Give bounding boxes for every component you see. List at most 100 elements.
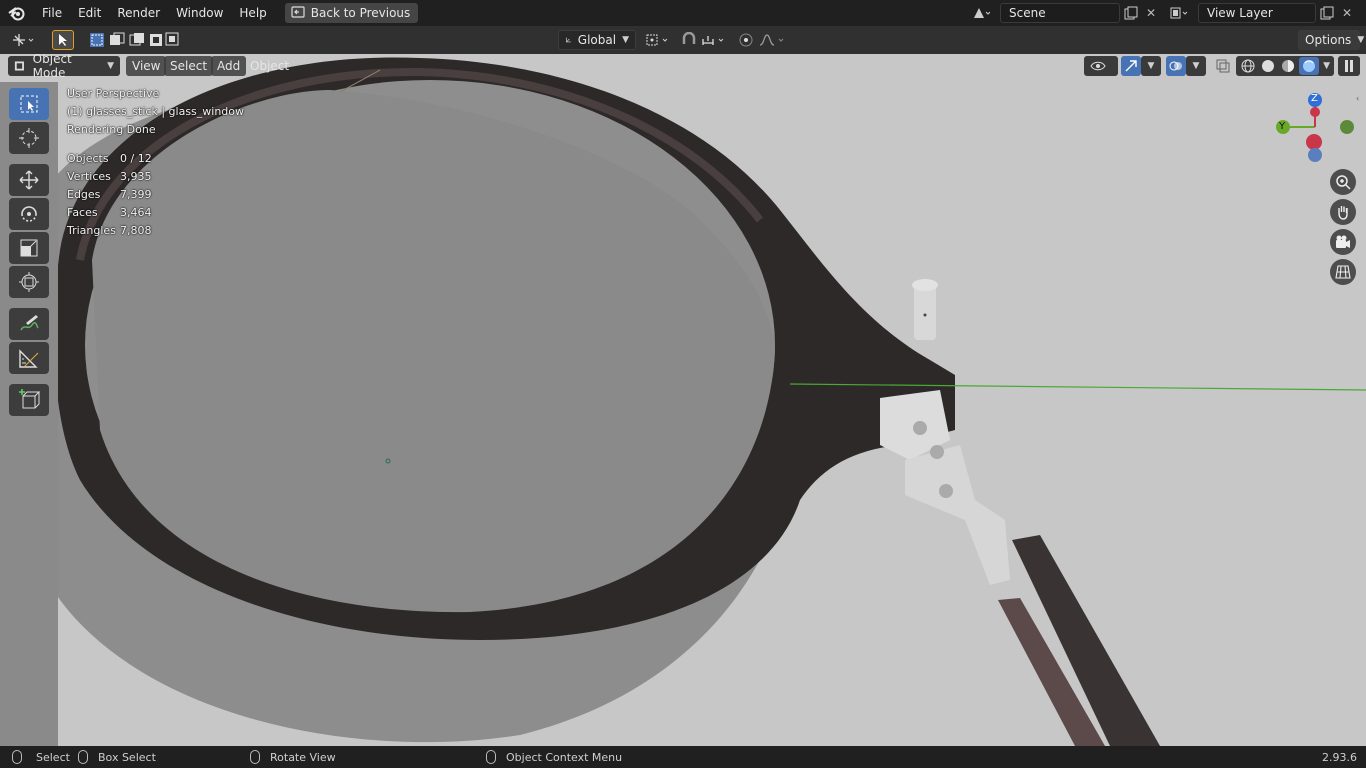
- proportional-falloff-icon[interactable]: [758, 30, 788, 50]
- chevron-down-icon[interactable]: ▼: [1323, 61, 1330, 71]
- cursor-tool-icon[interactable]: [9, 122, 49, 154]
- status-box-select: Box Select: [78, 746, 156, 768]
- delete-view-layer-icon[interactable]: ✕: [1336, 3, 1358, 23]
- scene-name-field[interactable]: Scene: [1000, 3, 1120, 23]
- viewport-menu-object[interactable]: Object: [244, 56, 295, 76]
- back-screen-icon: [291, 5, 305, 21]
- zoom-icon[interactable]: [1330, 169, 1356, 195]
- perspective-toggle-icon[interactable]: [1330, 259, 1356, 285]
- stat-vertices-value: 3,935: [120, 170, 152, 183]
- transform-tool-icon[interactable]: [9, 266, 49, 298]
- menu-window[interactable]: Window: [168, 0, 231, 26]
- scene-render: [0, 54, 1366, 746]
- snap-toggle-icon[interactable]: [678, 30, 700, 50]
- menu-help[interactable]: Help: [231, 0, 274, 26]
- view-layer-selector-icon[interactable]: [1168, 3, 1190, 23]
- camera-view-icon[interactable]: [1330, 229, 1356, 255]
- status-context-menu-label: Object Context Menu: [506, 750, 623, 764]
- transform-orientation-dropdown[interactable]: Global ▼: [558, 30, 636, 50]
- pan-hand-icon[interactable]: [1330, 199, 1356, 225]
- new-view-layer-icon[interactable]: [1316, 3, 1338, 23]
- header-toolbar: Global ▼ Options ▼: [0, 26, 1366, 54]
- overlays-toggle-icon[interactable]: [1166, 56, 1186, 76]
- move-tool-icon[interactable]: [9, 164, 49, 196]
- stat-edges-value: 7,399: [120, 188, 152, 201]
- chevron-down-icon: ▼: [107, 61, 114, 71]
- collapse-arrow-icon[interactable]: ‹: [1356, 94, 1364, 104]
- object-mode-label: Object Mode: [32, 54, 72, 80]
- select-tool-icon[interactable]: [52, 30, 74, 50]
- pivot-point-icon[interactable]: [644, 30, 674, 50]
- status-rotate-view: Rotate View: [250, 746, 336, 768]
- stat-faces-label: Faces: [67, 206, 98, 219]
- stat-edges-label: Edges: [67, 188, 101, 201]
- delete-scene-icon[interactable]: ✕: [1140, 3, 1162, 23]
- gizmo-y-label: Y: [1279, 121, 1286, 132]
- viewport-menu-view[interactable]: View: [126, 56, 167, 76]
- tool-shelf: [0, 82, 58, 746]
- new-scene-icon[interactable]: [1120, 3, 1142, 23]
- menu-render[interactable]: Render: [109, 0, 168, 26]
- editor-type-icon[interactable]: [8, 30, 40, 50]
- stat-vertices-label: Vertices: [67, 170, 111, 183]
- back-to-previous-button[interactable]: Back to Previous: [284, 3, 419, 23]
- add-cube-tool-icon[interactable]: [9, 384, 49, 416]
- menu-edit[interactable]: Edit: [70, 0, 109, 26]
- stat-faces-value: 3,464: [120, 206, 152, 219]
- view-perspective-label: User Perspective: [67, 87, 160, 100]
- status-bar: Select Box Select Rotate View Object Con…: [0, 746, 1366, 768]
- chevron-down-icon[interactable]: ▼: [1186, 56, 1206, 76]
- right-mouse-icon: [486, 750, 496, 764]
- render-status-label: Rendering Done: [67, 123, 156, 136]
- shading-mode-buttons[interactable]: ▼: [1236, 56, 1334, 76]
- blender-logo-icon[interactable]: [0, 0, 34, 26]
- orientation-axes-icon: [566, 37, 571, 43]
- chevron-down-icon: ▼: [1357, 35, 1365, 45]
- chevron-down-icon: ▼: [622, 35, 629, 45]
- middle-mouse-icon: [250, 750, 260, 764]
- snap-target-icon[interactable]: [700, 30, 730, 50]
- rotate-tool-icon[interactable]: [9, 198, 49, 230]
- status-context-menu: Object Context Menu: [486, 746, 622, 768]
- status-box-select-label: Box Select: [98, 750, 156, 764]
- status-select-label: Select: [36, 750, 70, 764]
- menu-file[interactable]: File: [34, 0, 70, 26]
- version-label: 2.93.6: [1322, 750, 1357, 764]
- proportional-editing-icon[interactable]: [736, 30, 756, 50]
- left-mouse-icon: [12, 750, 22, 764]
- material-shading-icon[interactable]: [1280, 58, 1296, 74]
- select-box-tool-icon[interactable]: [9, 88, 49, 120]
- active-object-label: (1) glasses_stick | glass_window: [67, 105, 245, 118]
- gizmo-z-label: Z: [1311, 93, 1318, 104]
- wireframe-shading-icon[interactable]: [1240, 58, 1256, 74]
- stat-objects-value: 0 / 12: [120, 152, 152, 165]
- scene-selector-icon[interactable]: [970, 3, 992, 23]
- gizmo-toggle-icon[interactable]: [1121, 56, 1141, 76]
- solid-shading-icon[interactable]: [1260, 58, 1276, 74]
- viewport-menu-select[interactable]: Select: [164, 56, 214, 76]
- view-layer-field[interactable]: View Layer: [1198, 3, 1316, 23]
- object-mode-icon: [14, 61, 24, 71]
- stat-triangles-label: Triangles: [67, 224, 116, 237]
- options-label: Options: [1305, 33, 1352, 47]
- sidebar-toggle-icon[interactable]: [1338, 56, 1360, 76]
- scale-tool-icon[interactable]: [9, 232, 49, 264]
- back-to-previous-label: Back to Previous: [310, 6, 411, 20]
- options-dropdown[interactable]: Options ▼: [1298, 30, 1364, 50]
- 3d-viewport[interactable]: Object Mode ▼ View Select Add Object ▼ ▼…: [0, 54, 1366, 746]
- xray-toggle-icon[interactable]: [1212, 56, 1234, 76]
- chevron-down-icon[interactable]: ▼: [1141, 56, 1161, 76]
- stat-objects-label: Objects: [67, 152, 109, 165]
- selection-mode-buttons[interactable]: [88, 30, 180, 50]
- annotate-tool-icon[interactable]: [9, 308, 49, 340]
- status-select: Select: [12, 746, 70, 768]
- eye-icon: [1090, 61, 1106, 71]
- object-mode-dropdown[interactable]: Object Mode ▼: [8, 54, 120, 80]
- middle-mouse-icon: [78, 750, 88, 764]
- transform-orientation-label: Global: [577, 33, 617, 47]
- visibility-dropdown[interactable]: [1084, 56, 1118, 76]
- measure-tool-icon[interactable]: [9, 342, 49, 374]
- viewport-menu-add[interactable]: Add: [211, 56, 247, 76]
- rendered-shading-icon[interactable]: [1299, 57, 1320, 75]
- status-rotate-view-label: Rotate View: [270, 750, 336, 764]
